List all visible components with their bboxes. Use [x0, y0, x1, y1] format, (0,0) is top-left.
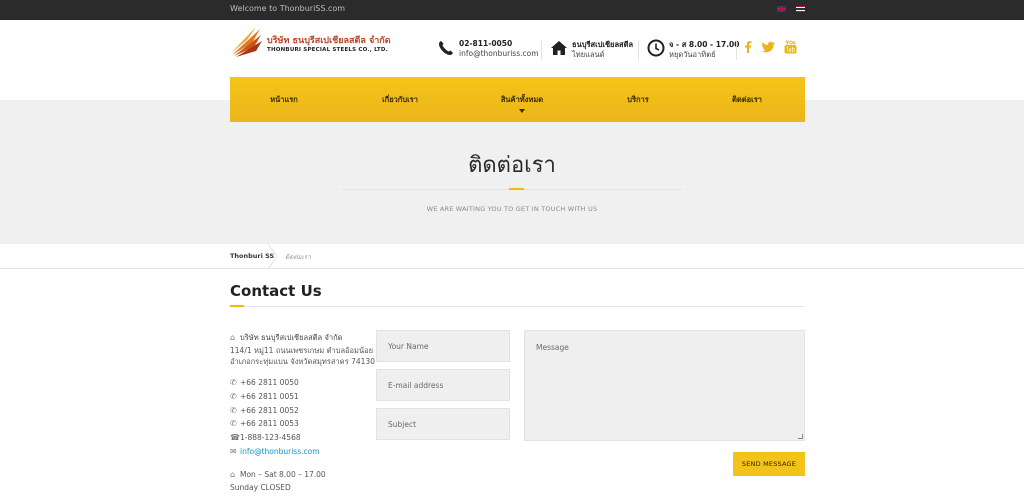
- header-divider: [638, 40, 639, 60]
- phone-row: ✆ +66 2811 0050: [230, 378, 299, 387]
- contact-accent-line: [230, 305, 244, 307]
- fax-icon: ☎: [230, 433, 240, 442]
- phone-number: +66 2811 0053: [240, 419, 299, 428]
- company-name-thai: บริษัท ธนบุรีสเปเชียลสตีล จำกัด: [267, 36, 391, 46]
- email-row: ✉ info@thonburiss.com: [230, 447, 320, 456]
- resize-handle-icon[interactable]: [798, 434, 803, 439]
- breadcrumb-current: ติดต่อเรา: [285, 253, 311, 261]
- name-input[interactable]: [377, 331, 509, 361]
- header-divider: [541, 40, 542, 60]
- contact-divider: [230, 306, 805, 307]
- header-location-country: ไทยแลนด์: [572, 50, 605, 59]
- clock-icon: [647, 39, 665, 57]
- company-row: ⌂ บริษัท ธนบุรีสเปเชียลสตีล จำกัด: [230, 332, 343, 344]
- nav-item-about[interactable]: เกี่ยวกับเรา: [382, 94, 418, 106]
- phone-number: +66 2811 0051: [240, 392, 299, 401]
- fax-row: ☎1-888-123-4568: [230, 433, 301, 442]
- company-name: บริษัท ธนบุรีสเปเชียลสตีล จำกัด: [240, 333, 343, 342]
- contact-heading: Contact Us: [230, 282, 322, 300]
- phone-icon: [439, 41, 453, 55]
- page-title: ติดต่อเรา: [468, 153, 556, 178]
- header-divider: [736, 40, 737, 60]
- nav-item-products[interactable]: สินค้าทั้งหมด: [501, 94, 543, 106]
- subject-field-wrapper: [376, 408, 510, 440]
- phone-row: ✆ +66 2811 0053: [230, 419, 299, 428]
- address-line-2: อำเภอกระทุ่มแบน จังหวัดสมุทรสาคร 74130: [230, 357, 375, 366]
- nav-item-home[interactable]: หน้าแรก: [270, 94, 298, 106]
- message-textarea[interactable]: [525, 331, 804, 440]
- home-icon: ⌂: [230, 333, 236, 342]
- email-input[interactable]: [377, 370, 509, 400]
- welcome-text: Welcome to ThonburiSS.com: [230, 4, 346, 13]
- company-logo[interactable]: บริษัท ธนบุรีสเปเชียลสตีล จำกัด THONBURI…: [230, 25, 391, 61]
- logo-wing-icon: [231, 27, 262, 57]
- send-message-button[interactable]: SEND MESSAGE: [733, 452, 805, 476]
- subject-input[interactable]: [377, 409, 509, 439]
- phone-row: ✆ +66 2811 0051: [230, 392, 299, 401]
- thai-flag-icon[interactable]: [796, 6, 805, 12]
- hours-row: ⌂ Mon – Sat 8.00 – 17.00: [230, 470, 326, 479]
- facebook-icon[interactable]: [743, 40, 752, 53]
- breadcrumb: Thonburi SS ติดต่อเรา: [0, 244, 1024, 269]
- nav-item-services[interactable]: บริการ: [627, 94, 649, 106]
- products-dropdown-caret-icon[interactable]: [519, 109, 525, 113]
- header-email[interactable]: info@thonburiss.com: [459, 49, 539, 58]
- name-field-wrapper: [376, 330, 510, 362]
- breadcrumb-separator-icon: [268, 244, 278, 269]
- phone-icon: ✆: [230, 406, 237, 415]
- english-flag-icon[interactable]: [777, 6, 786, 12]
- hero-accent-line: [509, 188, 524, 190]
- nav-item-contact[interactable]: ติดต่อเรา: [732, 94, 762, 106]
- phone-icon: ✆: [230, 378, 237, 387]
- company-name-english: THONBURI SPECIAL STEELS CO., LTD.: [267, 47, 388, 53]
- envelope-icon: ✉: [230, 447, 237, 456]
- phone-number: +66 2811 0050: [240, 378, 299, 387]
- closed-text: Sunday CLOSED: [230, 483, 291, 492]
- fax-number: 1-888-123-4568: [240, 433, 301, 442]
- phone-number: +66 2811 0052: [240, 406, 299, 415]
- header-closed-text: หยุดวันอาทิตย์: [669, 50, 716, 59]
- page-subtitle: WE ARE WAITING YOU TO GET IN TOUCH WITH …: [426, 205, 598, 213]
- header-phone-number: 02-811-0050: [459, 39, 513, 48]
- phone-icon: ✆: [230, 419, 237, 428]
- youtube-icon[interactable]: [784, 40, 797, 54]
- home-icon: [551, 41, 567, 55]
- phone-icon: ✆: [230, 392, 237, 401]
- top-bar: Welcome to ThonburiSS.com: [0, 0, 1024, 20]
- home-icon: ⌂: [230, 470, 236, 479]
- phone-row: ✆ +66 2811 0052: [230, 406, 299, 415]
- opening-hours: Mon – Sat 8.00 – 17.00: [240, 470, 326, 479]
- email-link[interactable]: info@thonburiss.com: [240, 447, 320, 456]
- email-field-wrapper: [376, 369, 510, 401]
- main-nav: หน้าแรก เกี่ยวกับเรา สินค้าทั้งหมด บริกา…: [230, 77, 805, 122]
- twitter-icon[interactable]: [762, 40, 775, 53]
- message-field-wrapper: [524, 330, 805, 441]
